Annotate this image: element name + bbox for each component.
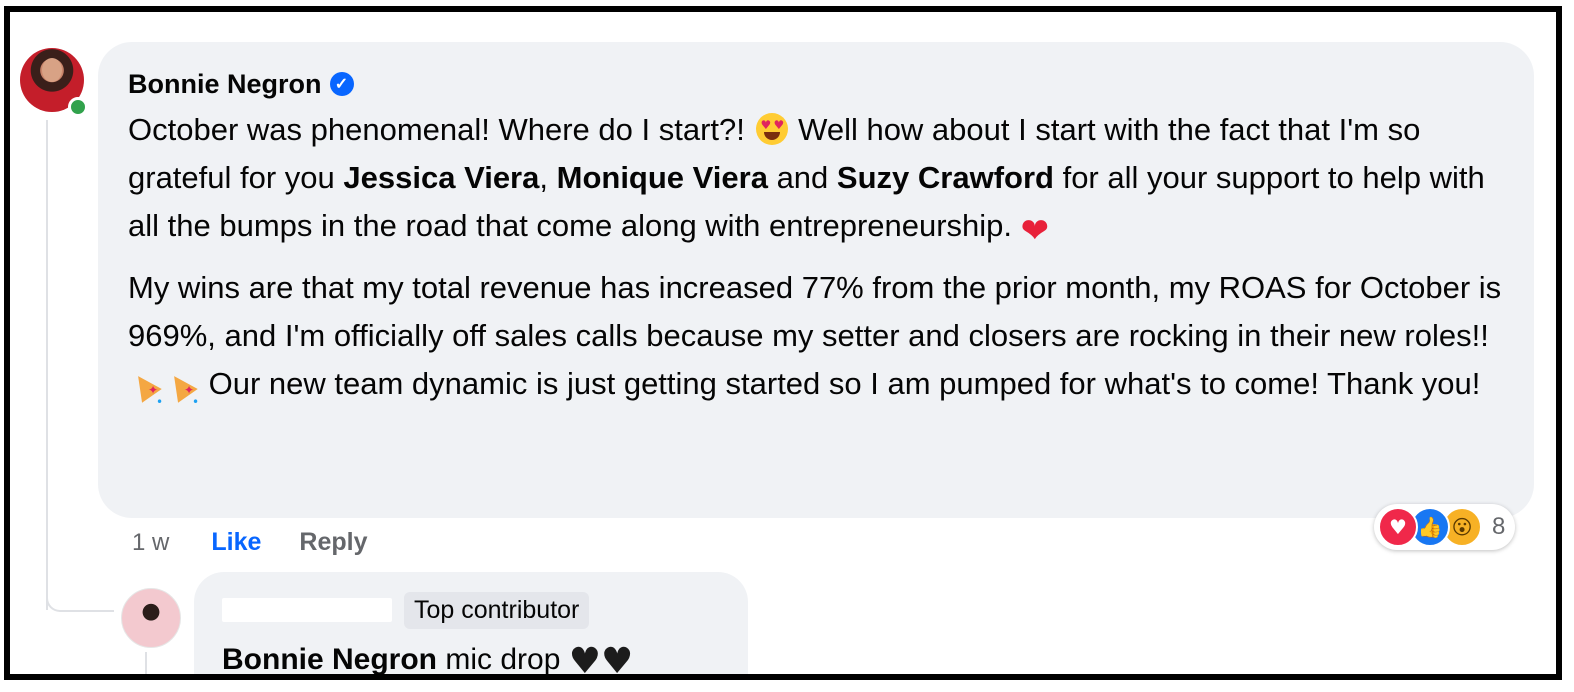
comment-bubble: Bonnie Negron ✓ October was phenomenal! … bbox=[98, 42, 1534, 518]
like-button[interactable]: Like bbox=[211, 528, 261, 557]
top-contributor-badge: Top contributor bbox=[404, 591, 590, 629]
reactions-summary[interactable]: ♥ 👍 😮 8 bbox=[1374, 504, 1516, 550]
mention-link[interactable]: Monique Viera bbox=[557, 160, 768, 195]
reaction-count: 8 bbox=[1492, 513, 1506, 540]
love-icon: ♥ bbox=[1378, 507, 1418, 547]
online-status-icon bbox=[68, 97, 88, 117]
comment-paragraph-2: My wins are that my total revenue has in… bbox=[128, 264, 1504, 409]
comment-header: Bonnie Negron ✓ bbox=[128, 68, 1504, 100]
author-name[interactable]: Bonnie Negron bbox=[128, 69, 322, 100]
party-popper-emoji-icon: ✦ • bbox=[164, 366, 200, 409]
reply-bubble: Top contributor Bonnie Negron mic drop ♥… bbox=[194, 572, 748, 680]
avatar-face bbox=[42, 58, 62, 82]
comment-paragraph-1: October was phenomenal! Where do I start… bbox=[128, 106, 1504, 250]
comment-timestamp[interactable]: 1 w bbox=[132, 529, 169, 557]
comment-text: My wins are that my total revenue has in… bbox=[128, 270, 1502, 353]
verified-badge-icon: ✓ bbox=[329, 72, 354, 96]
reply-header: Top contributor bbox=[222, 590, 720, 630]
mention-link[interactable]: Bonnie Negron bbox=[222, 643, 437, 674]
heart-eyes-emoji-icon: ♥ ♥ bbox=[755, 113, 788, 145]
mention-link[interactable]: Suzy Crawford bbox=[837, 160, 1054, 195]
avatar[interactable] bbox=[20, 48, 88, 117]
redacted-name bbox=[222, 598, 392, 622]
reply-avatar[interactable] bbox=[121, 588, 181, 648]
comment-text: , bbox=[539, 160, 548, 195]
screenshot-frame: Bonnie Negron ✓ October was phenomenal! … bbox=[4, 6, 1562, 680]
thread-connector bbox=[46, 572, 114, 612]
reply-body: mic drop bbox=[445, 643, 561, 676]
comment-text: Our new team dynamic is just getting sta… bbox=[208, 366, 1481, 401]
reply-thread-line bbox=[145, 652, 147, 674]
comment-text: and bbox=[776, 160, 829, 195]
party-popper-emoji-icon: ✦ • bbox=[128, 366, 164, 409]
thread-line bbox=[46, 120, 48, 610]
red-heart-emoji-icon: ❤ bbox=[1020, 211, 1050, 251]
reply-text: Bonnie Negron mic drop ♥♥ bbox=[222, 640, 720, 680]
comment-actions: 1 w Like Reply bbox=[132, 528, 367, 557]
mention-link[interactable]: Jessica Viera bbox=[343, 160, 539, 195]
comment-text: October was phenomenal! Where do I start… bbox=[128, 112, 745, 147]
black-heart-emoji-icon: ♥♥ bbox=[568, 641, 634, 680]
reply-button[interactable]: Reply bbox=[299, 528, 367, 557]
